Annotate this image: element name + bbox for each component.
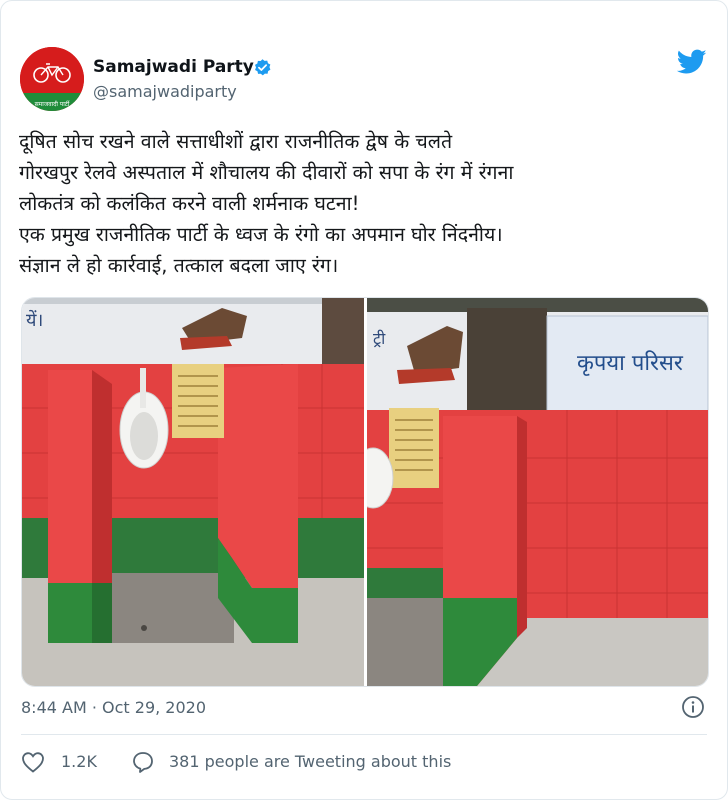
photo-2[interactable]: ट्री कृपया परिसर xyxy=(367,298,708,686)
avatar[interactable]: समाजवादी पार्टी xyxy=(20,47,84,111)
reply-bubble-icon[interactable] xyxy=(131,750,155,774)
photo2-sign-text: कृपया परिसर xyxy=(577,350,684,376)
photo1-sign-text: यें। xyxy=(26,309,43,331)
avatar-text: समाजवादी पार्टी xyxy=(34,101,70,108)
like-count[interactable]: 1.2K xyxy=(61,752,97,771)
people-tweeting-link[interactable]: 381 people are Tweeting about this xyxy=(169,752,451,771)
tweet-line: लोकतंत्र को कलंकित करने वाली शर्मनाक घटन… xyxy=(19,192,360,215)
heart-icon[interactable] xyxy=(21,751,45,773)
display-name[interactable]: Samajwadi Party xyxy=(93,57,254,77)
divider xyxy=(21,734,707,735)
tweet-timestamp[interactable]: 8:44 AM · Oct 29, 2020 xyxy=(21,698,206,717)
tweet-line: संज्ञान ले हो कार्रवाई, तत्काल बदला जाए … xyxy=(19,254,339,277)
tweet-line: गोरखपुर रेलवे अस्पताल में शौचालय की दीवा… xyxy=(19,161,514,184)
tweet-card: समाजवादी पार्टी Samajwadi Party @samajwa… xyxy=(0,0,728,800)
tweet-text: दूषित सोच रखने वाले सत्ताधीशों द्वारा रा… xyxy=(19,126,709,281)
user-handle[interactable]: @samajwadiparty xyxy=(93,82,237,101)
verified-badge-icon xyxy=(254,59,271,76)
twitter-bird-icon[interactable] xyxy=(677,49,707,75)
photo-1[interactable]: यें। xyxy=(22,298,364,686)
tweet-media[interactable]: यें। ट्री कृपया परिसर xyxy=(21,297,709,687)
tweet-line: दूषित सोच रखने वाले सत्ताधीशों द्वारा रा… xyxy=(19,130,453,153)
info-icon[interactable] xyxy=(681,695,705,719)
photo2-top-text: ट्री xyxy=(373,329,386,348)
tweet-line: एक प्रमुख राजनीतिक पार्टी के ध्वज के रंग… xyxy=(19,223,503,246)
